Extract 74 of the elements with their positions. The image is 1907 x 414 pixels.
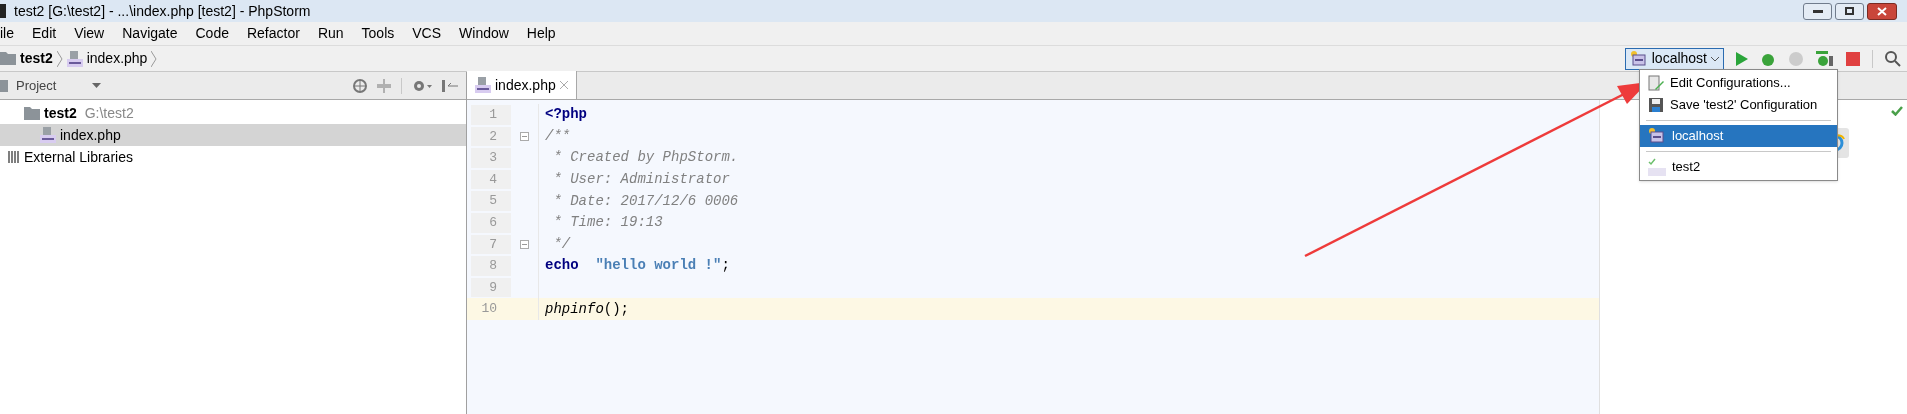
check-icon (1891, 106, 1903, 116)
php-file-icon (40, 127, 56, 143)
php-file-icon (66, 50, 83, 67)
editor-tab[interactable]: index.php (467, 71, 577, 99)
menu-item[interactable]: Edit (32, 23, 57, 44)
close-button[interactable] (1867, 2, 1897, 20)
php-file-icon (1648, 158, 1666, 176)
menu-item[interactable]: Edit Configurations... (1640, 72, 1837, 94)
code-line: phpinfo(); (545, 299, 630, 319)
menu-item[interactable]: Run (317, 23, 344, 44)
minimize-button[interactable] (1803, 2, 1832, 20)
php-server-icon (1629, 49, 1648, 68)
code-line: * Date: 2017/12/6 0006 (552, 191, 739, 211)
php-server-icon (1648, 127, 1666, 145)
close-icon[interactable] (559, 81, 568, 89)
line-number: 5 (471, 191, 511, 211)
line-number: 4 (471, 169, 511, 190)
run-icon[interactable] (1736, 51, 1748, 66)
target-icon[interactable] (353, 78, 367, 93)
code-line: * Created by PhpStorm. (552, 148, 739, 168)
library-icon (8, 151, 20, 163)
menu-item[interactable]: Navigate (122, 23, 178, 44)
caret-icon (92, 83, 102, 88)
search-icon[interactable] (1885, 50, 1901, 67)
code-line: */ (552, 234, 571, 254)
chevron-icon (151, 50, 158, 67)
menu-item[interactable]: VCS (412, 23, 442, 44)
menu-item[interactable]: View (74, 23, 105, 44)
restore-button[interactable] (1835, 2, 1864, 20)
code-line: * Time: 19:13 (552, 213, 663, 233)
line-number: 2 (471, 126, 511, 147)
app-icon (0, 4, 6, 18)
tree-item[interactable]: External Libraries (0, 146, 466, 168)
line-number: 10 (480, 300, 498, 319)
fold-icon[interactable] (520, 131, 529, 141)
menu-item[interactable]: Refactor (246, 23, 300, 44)
hide-panel-icon[interactable] (442, 78, 458, 93)
menu-item[interactable]: Window (459, 23, 509, 44)
panel-icon (0, 79, 8, 92)
line-number: 6 (471, 213, 511, 233)
code-line: /** (545, 126, 571, 146)
folder-icon (24, 106, 40, 120)
breadcrumb[interactable]: test2 (20, 48, 53, 69)
code-line: echo "hello world !"; (545, 256, 730, 276)
folder-icon (0, 52, 16, 65)
chevron-icon (56, 50, 63, 67)
code-line: * User: Administrator (552, 170, 730, 190)
menu-item[interactable]: test2 (1640, 156, 1837, 178)
tree-item[interactable]: index.php (0, 124, 466, 146)
fold-icon[interactable] (520, 239, 529, 249)
stop-icon[interactable] (1846, 51, 1860, 66)
tree-item[interactable]: test2 G:\test2 (0, 102, 466, 124)
menu-item[interactable]: Help (526, 23, 556, 44)
menu-item[interactable]: Tools (361, 23, 395, 44)
run-config-selector[interactable]: localhost (1624, 47, 1724, 70)
line-number: 8 (471, 256, 511, 276)
line-number: 7 (471, 234, 511, 255)
code-line: <?php (545, 105, 587, 125)
menu-item[interactable]: Save 'test2' Configuration (1640, 94, 1837, 116)
php-file-icon (475, 77, 491, 93)
save-icon (1648, 97, 1664, 113)
breadcrumb[interactable]: index.php (86, 48, 148, 69)
window-title: test2 [G:\test2] - ...\index.php [test2] - PhpStorm (14, 1, 311, 21)
menu-item[interactable]: Code (195, 23, 229, 44)
settings-icon[interactable] (412, 78, 432, 93)
line-number: 3 (471, 148, 511, 168)
line-number: 1 (471, 105, 511, 125)
line-number: 9 (471, 277, 511, 298)
menu-item[interactable]: ile (0, 23, 14, 44)
menu-item[interactable]: localhost (1640, 125, 1837, 147)
pencil-document-icon (1648, 75, 1664, 91)
close-icon (1877, 6, 1887, 16)
project-view-selector[interactable]: Project (16, 75, 102, 96)
caret-icon (1711, 55, 1719, 62)
